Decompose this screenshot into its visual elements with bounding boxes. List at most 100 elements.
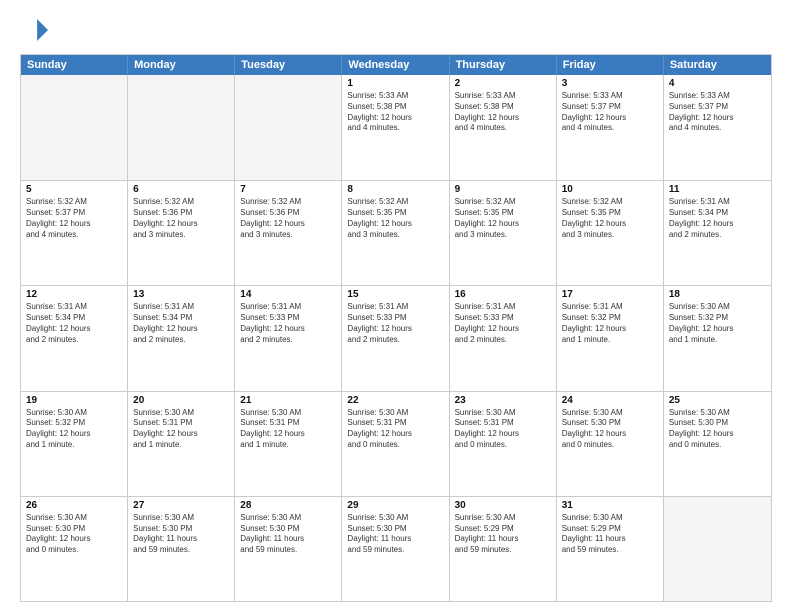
cell-info: Sunrise: 5:32 AM Sunset: 5:36 PM Dayligh…: [133, 197, 229, 240]
cell-info: Sunrise: 5:30 AM Sunset: 5:30 PM Dayligh…: [240, 513, 336, 556]
day-number: 4: [669, 78, 766, 89]
day-number: 16: [455, 289, 551, 300]
calendar-cell: 18Sunrise: 5:30 AM Sunset: 5:32 PM Dayli…: [664, 286, 771, 390]
cell-info: Sunrise: 5:33 AM Sunset: 5:37 PM Dayligh…: [562, 91, 658, 134]
calendar-row: 26 Sunrise: 5:30 AM Sunset: 5:30 PM Dayli…: [21, 496, 771, 601]
calendar-cell: 3 Sunrise: 5:33 AM Sunset: 5:37 PM Daylig…: [557, 75, 664, 180]
calendar: SundayMondayTuesdayWednesdayThursdayFrid…: [20, 54, 772, 602]
logo: [20, 16, 52, 44]
day-number: 12: [26, 289, 122, 300]
day-number: 30: [455, 500, 551, 511]
calendar-cell: 10 Sunrise: 5:32 AM Sunset: 5:35 PM Dayli…: [557, 181, 664, 285]
calendar-body: 1 Sunrise: 5:33 AM Sunset: 5:38 PM Daylig…: [21, 75, 771, 601]
cell-info: Sunrise: 5:32 AM Sunset: 5:35 PM Dayligh…: [562, 197, 658, 240]
calendar-row: 5Sunrise: 5:32 AM Sunset: 5:37 PM Daylig…: [21, 180, 771, 285]
day-number: 10: [562, 184, 658, 195]
cell-info: Sunrise: 5:32 AM Sunset: 5:36 PM Dayligh…: [240, 197, 336, 240]
calendar-cell: 31 Sunrise: 5:30 AM Sunset: 5:29 PM Dayli…: [557, 497, 664, 601]
calendar-cell: 9Sunrise: 5:32 AM Sunset: 5:35 PM Daylig…: [450, 181, 557, 285]
day-number: 31: [562, 500, 658, 511]
calendar-row: 12 Sunrise: 5:31 AM Sunset: 5:34 PM Dayli…: [21, 285, 771, 390]
cell-info: Sunrise: 5:31 AM Sunset: 5:32 PM Dayligh…: [562, 302, 658, 345]
cell-info: Sunrise: 5:33 AM Sunset: 5:37 PM Dayligh…: [669, 91, 766, 134]
weekday-header: Thursday: [450, 55, 557, 75]
calendar-cell: 1 Sunrise: 5:33 AM Sunset: 5:38 PM Daylig…: [342, 75, 449, 180]
calendar-cell: 17Sunrise: 5:31 AM Sunset: 5:32 PM Dayli…: [557, 286, 664, 390]
day-number: 28: [240, 500, 336, 511]
day-number: 7: [240, 184, 336, 195]
cell-info: Sunrise: 5:31 AM Sunset: 5:33 PM Dayligh…: [240, 302, 336, 345]
calendar-cell: 13 Sunrise: 5:31 AM Sunset: 5:34 PM Dayli…: [128, 286, 235, 390]
calendar-cell: 19 Sunrise: 5:30 AM Sunset: 5:32 PM Dayli…: [21, 392, 128, 496]
calendar-cell: 27 Sunrise: 5:30 AM Sunset: 5:30 PM Dayli…: [128, 497, 235, 601]
day-number: 21: [240, 395, 336, 406]
calendar-cell: 21 Sunrise: 5:30 AM Sunset: 5:31 PM Dayli…: [235, 392, 342, 496]
cell-info: Sunrise: 5:30 AM Sunset: 5:30 PM Dayligh…: [562, 408, 658, 451]
calendar-cell: 29 Sunrise: 5:30 AM Sunset: 5:30 PM Dayli…: [342, 497, 449, 601]
calendar-cell: 16 Sunrise: 5:31 AM Sunset: 5:33 PM Dayli…: [450, 286, 557, 390]
calendar-cell: 22 Sunrise: 5:30 AM Sunset: 5:31 PM Dayli…: [342, 392, 449, 496]
day-number: 8: [347, 184, 443, 195]
calendar-cell: 23Sunrise: 5:30 AM Sunset: 5:31 PM Dayli…: [450, 392, 557, 496]
day-number: 5: [26, 184, 122, 195]
day-number: 1: [347, 78, 443, 89]
cell-info: Sunrise: 5:30 AM Sunset: 5:29 PM Dayligh…: [455, 513, 551, 556]
day-number: 19: [26, 395, 122, 406]
calendar-cell: 24 Sunrise: 5:30 AM Sunset: 5:30 PM Dayli…: [557, 392, 664, 496]
cell-info: Sunrise: 5:33 AM Sunset: 5:38 PM Dayligh…: [347, 91, 443, 134]
cell-info: Sunrise: 5:30 AM Sunset: 5:31 PM Dayligh…: [455, 408, 551, 451]
cell-info: Sunrise: 5:32 AM Sunset: 5:35 PM Dayligh…: [347, 197, 443, 240]
calendar-cell: 28 Sunrise: 5:30 AM Sunset: 5:30 PM Dayli…: [235, 497, 342, 601]
day-number: 14: [240, 289, 336, 300]
day-number: 3: [562, 78, 658, 89]
weekday-header: Wednesday: [342, 55, 449, 75]
calendar-cell: 15Sunrise: 5:31 AM Sunset: 5:33 PM Dayli…: [342, 286, 449, 390]
cell-info: Sunrise: 5:30 AM Sunset: 5:31 PM Dayligh…: [240, 408, 336, 451]
day-number: 18: [669, 289, 766, 300]
day-number: 11: [669, 184, 766, 195]
calendar-cell: 8 Sunrise: 5:32 AM Sunset: 5:35 PM Daylig…: [342, 181, 449, 285]
cell-info: Sunrise: 5:31 AM Sunset: 5:33 PM Dayligh…: [455, 302, 551, 345]
calendar-cell: 6 Sunrise: 5:32 AM Sunset: 5:36 PM Daylig…: [128, 181, 235, 285]
day-number: 13: [133, 289, 229, 300]
calendar-cell: 12Sunrise: 5:31 AM Sunset: 5:34 PM Dayli…: [21, 286, 128, 390]
calendar-cell: 11 Sunrise: 5:31 AM Sunset: 5:34 PM Dayli…: [664, 181, 771, 285]
calendar-cell: 20 Sunrise: 5:30 AM Sunset: 5:31 PM Dayli…: [128, 392, 235, 496]
day-number: 2: [455, 78, 551, 89]
cell-info: Sunrise: 5:33 AM Sunset: 5:38 PM Dayligh…: [455, 91, 551, 134]
cell-info: Sunrise: 5:31 AM Sunset: 5:33 PM Dayligh…: [347, 302, 443, 345]
cell-info: Sunrise: 5:30 AM Sunset: 5:31 PM Dayligh…: [347, 408, 443, 451]
day-number: 24: [562, 395, 658, 406]
calendar-cell: 4 Sunrise: 5:33 AM Sunset: 5:37 PM Daylig…: [664, 75, 771, 180]
page: SundayMondayTuesdayWednesdayThursdayFrid…: [0, 0, 792, 612]
weekday-header: Saturday: [664, 55, 771, 75]
calendar-cell: 26 Sunrise: 5:30 AM Sunset: 5:30 PM Dayli…: [21, 497, 128, 601]
cell-info: Sunrise: 5:30 AM Sunset: 5:30 PM Dayligh…: [347, 513, 443, 556]
day-number: 6: [133, 184, 229, 195]
day-number: 9: [455, 184, 551, 195]
weekday-header: Monday: [128, 55, 235, 75]
logo-icon: [20, 16, 48, 44]
calendar-cell: 2 Sunrise: 5:33 AM Sunset: 5:38 PM Daylig…: [450, 75, 557, 180]
cell-info: Sunrise: 5:30 AM Sunset: 5:29 PM Dayligh…: [562, 513, 658, 556]
weekday-header: Tuesday: [235, 55, 342, 75]
day-number: 29: [347, 500, 443, 511]
calendar-header: SundayMondayTuesdayWednesdayThursdayFrid…: [21, 55, 771, 75]
calendar-cell: [235, 75, 342, 180]
calendar-cell: [128, 75, 235, 180]
cell-info: Sunrise: 5:30 AM Sunset: 5:30 PM Dayligh…: [26, 513, 122, 556]
calendar-cell: 30 Sunrise: 5:30 AM Sunset: 5:29 PM Dayli…: [450, 497, 557, 601]
day-number: 22: [347, 395, 443, 406]
day-number: 20: [133, 395, 229, 406]
day-number: 27: [133, 500, 229, 511]
cell-info: Sunrise: 5:30 AM Sunset: 5:30 PM Dayligh…: [133, 513, 229, 556]
weekday-header: Sunday: [21, 55, 128, 75]
day-number: 26: [26, 500, 122, 511]
calendar-cell: 7 Sunrise: 5:32 AM Sunset: 5:36 PM Daylig…: [235, 181, 342, 285]
calendar-cell: 25Sunrise: 5:30 AM Sunset: 5:30 PM Dayli…: [664, 392, 771, 496]
cell-info: Sunrise: 5:30 AM Sunset: 5:31 PM Dayligh…: [133, 408, 229, 451]
cell-info: Sunrise: 5:30 AM Sunset: 5:32 PM Dayligh…: [26, 408, 122, 451]
day-number: 25: [669, 395, 766, 406]
cell-info: Sunrise: 5:31 AM Sunset: 5:34 PM Dayligh…: [133, 302, 229, 345]
cell-info: Sunrise: 5:31 AM Sunset: 5:34 PM Dayligh…: [669, 197, 766, 240]
